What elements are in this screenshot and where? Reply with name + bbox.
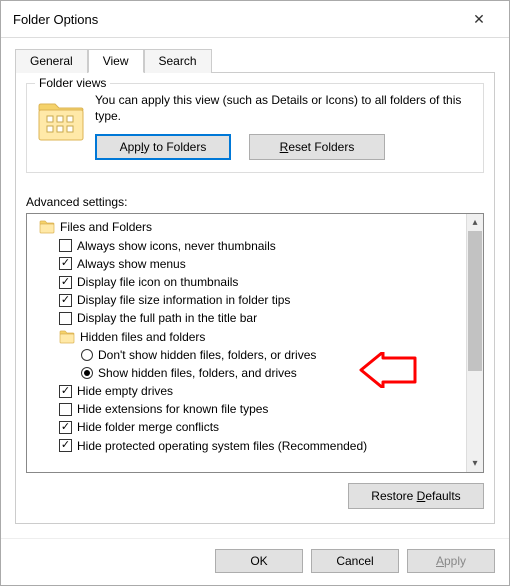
- folder-icon: [59, 330, 75, 344]
- folder-views-description: You can apply this view (such as Details…: [95, 92, 473, 124]
- tree-group-label: Hidden files and folders: [80, 329, 205, 345]
- list-item-label: Hide extensions for known file types: [77, 401, 268, 417]
- scroll-down-icon[interactable]: ▾: [467, 455, 483, 472]
- tab-body-view: Folder views You can apply this view (su…: [15, 73, 495, 524]
- tree-group-label: Files and Folders: [60, 219, 152, 235]
- apply-to-folders-button[interactable]: Apply to Folders: [95, 134, 231, 160]
- tab-search[interactable]: Search: [144, 49, 212, 73]
- checkbox-icon[interactable]: [59, 403, 72, 416]
- list-item[interactable]: Display the full path in the title bar: [33, 309, 460, 327]
- dialog-buttons: OK Cancel Apply: [1, 538, 509, 585]
- list-item-label: Always show menus: [77, 256, 186, 272]
- reset-folders-button[interactable]: Reset Folders: [249, 134, 385, 160]
- list-item[interactable]: Display file size information in folder …: [33, 291, 460, 309]
- close-button[interactable]: ✕: [459, 7, 499, 31]
- restore-defaults-button[interactable]: Restore Defaults: [348, 483, 484, 509]
- checkbox-icon[interactable]: [59, 239, 72, 252]
- list-item[interactable]: Always show menus: [33, 255, 460, 273]
- window-title: Folder Options: [13, 12, 98, 27]
- content-area: General View Search Folder views: [1, 38, 509, 538]
- scroll-up-icon[interactable]: ▴: [467, 214, 483, 231]
- list-item-label: Hide protected operating system files (R…: [77, 438, 367, 454]
- list-item-label: Display file size information in folder …: [77, 292, 290, 308]
- cancel-button[interactable]: Cancel: [311, 549, 399, 573]
- ok-button[interactable]: OK: [215, 549, 303, 573]
- tree-group-hidden: Hidden files and folders: [33, 328, 460, 346]
- checkbox-icon[interactable]: [59, 294, 72, 307]
- folder-views-row: You can apply this view (such as Details…: [37, 92, 473, 160]
- list-item-label: Display the full path in the title bar: [77, 310, 257, 326]
- checkbox-icon[interactable]: [59, 257, 72, 270]
- tab-view[interactable]: View: [88, 49, 144, 73]
- list-item[interactable]: Don't show hidden files, folders, or dri…: [33, 346, 460, 364]
- checkbox-icon[interactable]: [59, 439, 72, 452]
- checkbox-icon[interactable]: [59, 385, 72, 398]
- scroll-thumb[interactable]: [468, 231, 482, 371]
- advanced-settings-list[interactable]: Files and Folders Always show icons, nev…: [26, 213, 484, 473]
- list-item-label: Hide empty drives: [77, 383, 173, 399]
- titlebar: Folder Options ✕: [1, 1, 509, 38]
- checkbox-icon[interactable]: [59, 421, 72, 434]
- list-content: Files and Folders Always show icons, nev…: [27, 214, 466, 472]
- scrollbar[interactable]: ▴ ▾: [466, 214, 483, 472]
- folder-icon: [37, 96, 85, 144]
- list-item[interactable]: Hide protected operating system files (R…: [33, 437, 460, 455]
- tab-general[interactable]: General: [15, 49, 88, 73]
- list-item-label: Hide folder merge conflicts: [77, 419, 219, 435]
- folder-views-group: Folder views You can apply this view (su…: [26, 83, 484, 173]
- folder-options-dialog: Folder Options ✕ General View Search Fol…: [0, 0, 510, 586]
- tab-strip: General View Search: [15, 48, 495, 73]
- advanced-settings-label: Advanced settings:: [26, 195, 484, 209]
- list-item[interactable]: Hide folder merge conflicts: [33, 418, 460, 436]
- checkbox-icon[interactable]: [59, 276, 72, 289]
- tree-group-files-folders: Files and Folders: [33, 218, 460, 236]
- list-item-label: Always show icons, never thumbnails: [77, 238, 276, 254]
- checkbox-icon[interactable]: [59, 312, 72, 325]
- list-item[interactable]: Always show icons, never thumbnails: [33, 237, 460, 255]
- folder-icon: [39, 220, 55, 234]
- radio-icon[interactable]: [81, 367, 93, 379]
- folder-views-legend: Folder views: [35, 76, 110, 90]
- list-item[interactable]: Show hidden files, folders, and drives: [33, 364, 460, 382]
- list-item-label: Show hidden files, folders, and drives: [98, 365, 297, 381]
- radio-icon[interactable]: [81, 349, 93, 361]
- list-item[interactable]: Hide empty drives: [33, 382, 460, 400]
- list-item-label: Don't show hidden files, folders, or dri…: [98, 347, 316, 363]
- list-item[interactable]: Display file icon on thumbnails: [33, 273, 460, 291]
- list-item-label: Display file icon on thumbnails: [77, 274, 238, 290]
- apply-button[interactable]: Apply: [407, 549, 495, 573]
- list-item[interactable]: Hide extensions for known file types: [33, 400, 460, 418]
